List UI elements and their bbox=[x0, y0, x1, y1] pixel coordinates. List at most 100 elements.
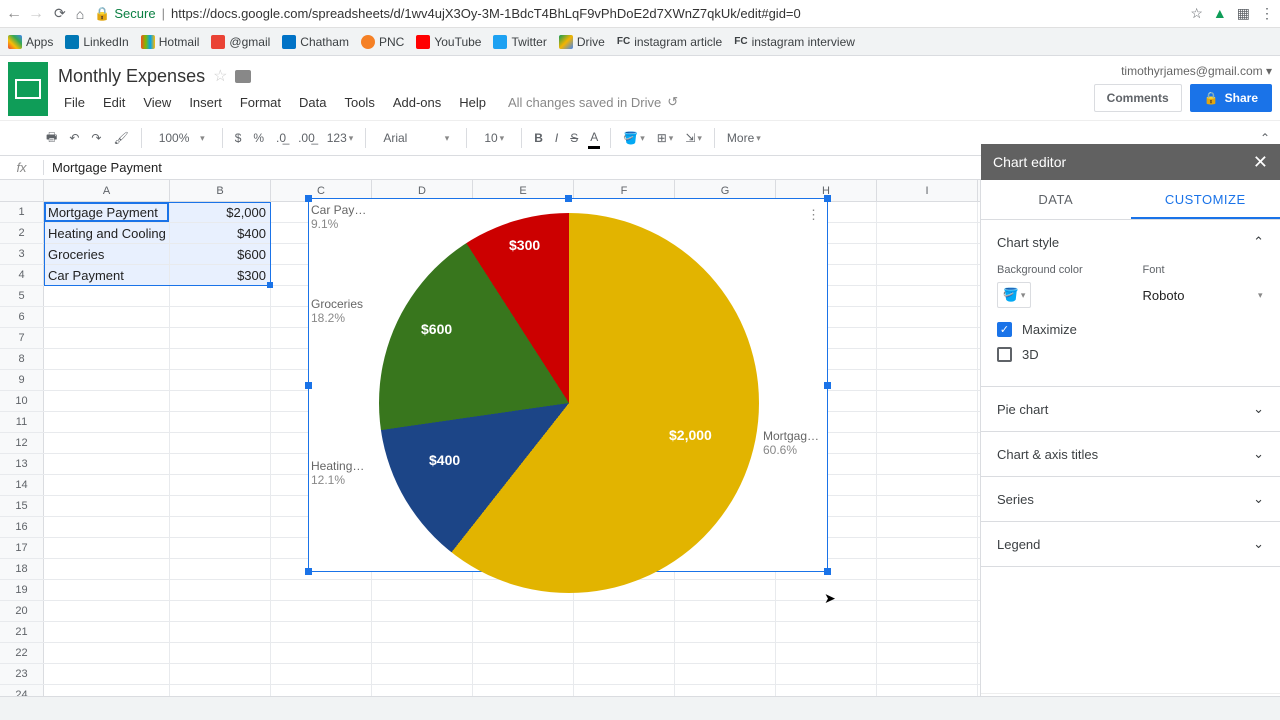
row-header[interactable]: 14 bbox=[0, 475, 44, 495]
cell[interactable] bbox=[877, 559, 978, 579]
cell[interactable] bbox=[44, 538, 170, 558]
more-button[interactable]: More ▾ bbox=[725, 129, 763, 147]
section-titles[interactable]: Chart & axis titles⌄ bbox=[997, 446, 1264, 462]
share-button[interactable]: 🔒Share bbox=[1190, 84, 1272, 112]
row-header[interactable]: 19 bbox=[0, 580, 44, 600]
row-header[interactable]: 22 bbox=[0, 643, 44, 663]
cell[interactable] bbox=[271, 664, 372, 684]
history-icon[interactable]: ↺ bbox=[667, 94, 678, 110]
cell[interactable] bbox=[574, 601, 675, 621]
select-all-corner[interactable] bbox=[0, 180, 44, 201]
col-header[interactable]: A bbox=[44, 180, 170, 201]
cell[interactable] bbox=[776, 601, 877, 621]
cell[interactable] bbox=[44, 559, 170, 579]
cell[interactable] bbox=[44, 328, 170, 348]
row-header[interactable]: 16 bbox=[0, 517, 44, 537]
chart-menu-icon[interactable]: ⋮ bbox=[807, 207, 819, 223]
cell[interactable] bbox=[877, 202, 978, 222]
star-icon[interactable]: ☆ bbox=[1190, 5, 1203, 22]
cell[interactable] bbox=[44, 643, 170, 663]
cell[interactable] bbox=[170, 664, 271, 684]
cell[interactable] bbox=[170, 622, 271, 642]
url-bar[interactable]: 🔒 Secure | https://docs.google.com/sprea… bbox=[94, 6, 1180, 22]
cell[interactable]: Heating and Cooling bbox=[44, 223, 170, 243]
menu-edit[interactable]: Edit bbox=[97, 93, 131, 112]
cell[interactable]: Mortgage Payment bbox=[44, 202, 170, 222]
percent-icon[interactable]: % bbox=[251, 129, 266, 147]
resize-handle[interactable] bbox=[824, 382, 831, 389]
cell[interactable] bbox=[675, 601, 776, 621]
cell[interactable] bbox=[372, 643, 473, 663]
back-icon[interactable]: ← bbox=[6, 5, 22, 23]
row-header[interactable]: 5 bbox=[0, 286, 44, 306]
col-header[interactable]: I bbox=[877, 180, 978, 201]
cell[interactable] bbox=[44, 349, 170, 369]
cell[interactable] bbox=[877, 244, 978, 264]
cell[interactable] bbox=[877, 412, 978, 432]
format-select[interactable]: 123▾ bbox=[325, 129, 356, 147]
cell[interactable] bbox=[877, 496, 978, 516]
cell[interactable] bbox=[877, 622, 978, 642]
cell[interactable] bbox=[44, 664, 170, 684]
bookmark-twitter[interactable]: Twitter bbox=[493, 35, 546, 49]
user-email[interactable]: timothyrjames@gmail.com ▾ bbox=[1121, 64, 1272, 78]
row-header[interactable]: 2 bbox=[0, 223, 44, 243]
bookmark-pnc[interactable]: PNC bbox=[361, 35, 404, 49]
font-select[interactable]: Arial▾ bbox=[376, 128, 456, 148]
undo-icon[interactable]: ↶ bbox=[67, 129, 81, 147]
cell[interactable] bbox=[44, 286, 170, 306]
bookmark-hotmail[interactable]: Hotmail bbox=[141, 35, 200, 49]
row-header[interactable]: 13 bbox=[0, 454, 44, 474]
cell[interactable] bbox=[877, 601, 978, 621]
cell[interactable] bbox=[877, 643, 978, 663]
menu-icon[interactable]: ⋮ bbox=[1260, 5, 1274, 22]
chart-font-select[interactable]: Roboto▾ bbox=[1143, 282, 1263, 308]
cell[interactable] bbox=[170, 475, 271, 495]
resize-handle[interactable] bbox=[305, 568, 312, 575]
cell[interactable] bbox=[170, 328, 271, 348]
cell[interactable] bbox=[271, 580, 372, 600]
section-legend[interactable]: Legend⌄ bbox=[997, 536, 1264, 552]
bookmark-gmail[interactable]: @gmail bbox=[211, 35, 270, 49]
embedded-chart[interactable]: ⋮ $2,000 $400 $600 $300 Mortgag…60.6% He… bbox=[308, 198, 828, 572]
cell[interactable] bbox=[574, 622, 675, 642]
cell[interactable] bbox=[44, 580, 170, 600]
cell[interactable] bbox=[44, 370, 170, 390]
apps-bookmark[interactable]: Apps bbox=[8, 35, 53, 49]
cell[interactable] bbox=[170, 643, 271, 663]
menu-view[interactable]: View bbox=[137, 93, 177, 112]
cell[interactable] bbox=[170, 559, 271, 579]
row-header[interactable]: 10 bbox=[0, 391, 44, 411]
cell[interactable] bbox=[473, 622, 574, 642]
bookmark-linkedin[interactable]: LinkedIn bbox=[65, 35, 128, 49]
cell[interactable] bbox=[44, 496, 170, 516]
resize-handle[interactable] bbox=[824, 195, 831, 202]
row-header[interactable]: 20 bbox=[0, 601, 44, 621]
row-header[interactable]: 21 bbox=[0, 622, 44, 642]
cell[interactable] bbox=[877, 475, 978, 495]
cell[interactable] bbox=[877, 517, 978, 537]
cell[interactable] bbox=[170, 538, 271, 558]
resize-handle[interactable] bbox=[305, 195, 312, 202]
spreadsheet-grid[interactable]: A B C D E F G H I 1Mortgage Payment$2,00… bbox=[0, 180, 980, 720]
cell[interactable] bbox=[372, 664, 473, 684]
row-header[interactable]: 18 bbox=[0, 559, 44, 579]
section-chart-style[interactable]: Chart style ⌃ bbox=[997, 234, 1264, 250]
row-header[interactable]: 4 bbox=[0, 265, 44, 285]
cell[interactable] bbox=[372, 622, 473, 642]
cell[interactable] bbox=[473, 643, 574, 663]
borders-icon[interactable]: ⊞▾ bbox=[655, 129, 676, 147]
cell[interactable] bbox=[44, 475, 170, 495]
cell[interactable] bbox=[271, 643, 372, 663]
redo-icon[interactable]: ↷ bbox=[89, 129, 103, 147]
zoom-select[interactable]: 100%▾ bbox=[152, 128, 212, 148]
resize-handle[interactable] bbox=[565, 195, 572, 202]
paint-format-icon[interactable]: 🖌 bbox=[111, 129, 130, 147]
bookmark-chatham[interactable]: Chatham bbox=[282, 35, 349, 49]
text-color-icon[interactable]: A bbox=[588, 128, 600, 149]
cell[interactable] bbox=[473, 601, 574, 621]
cell[interactable]: Groceries bbox=[44, 244, 170, 264]
maximize-checkbox[interactable]: ✓ Maximize bbox=[997, 322, 1264, 337]
cell[interactable] bbox=[877, 286, 978, 306]
bookmark-fc2[interactable]: FCinstagram interview bbox=[734, 35, 855, 49]
